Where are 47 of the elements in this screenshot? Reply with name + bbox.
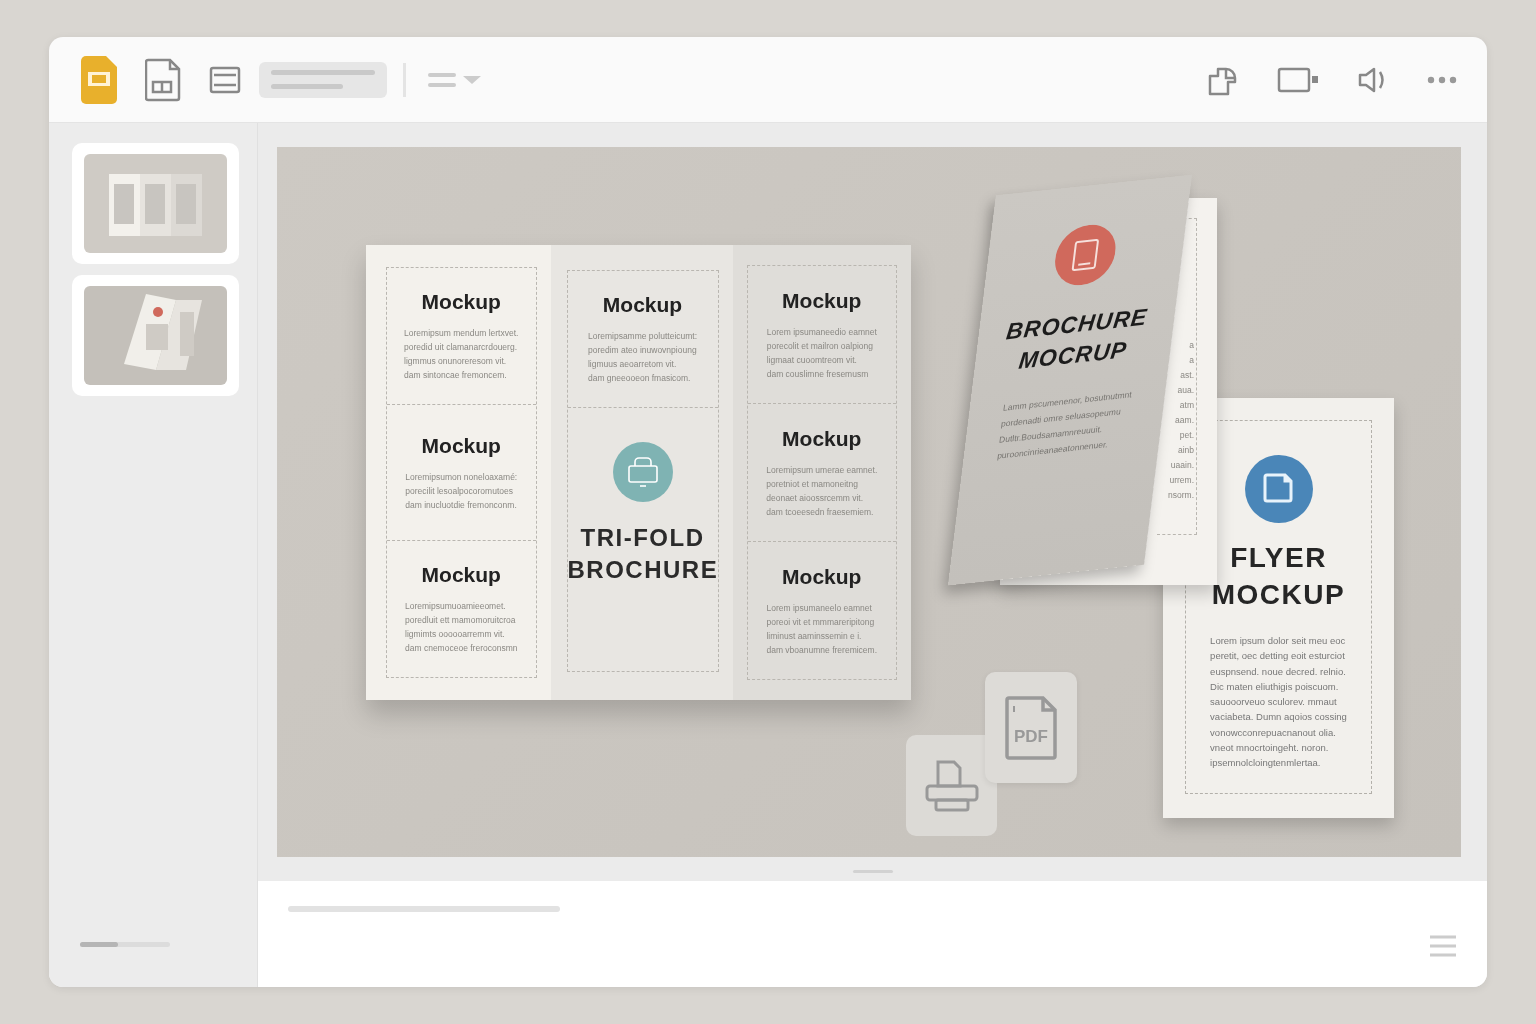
- mockup-heading: Mockup: [782, 426, 862, 451]
- mockup-heading: Mockup: [782, 288, 862, 313]
- camera-icon[interactable]: [1277, 66, 1319, 93]
- text-fragment: pet.: [1179, 429, 1194, 442]
- text-fragment: ainb: [1177, 444, 1194, 457]
- body-text: Loremipsum mendum lertxvet. poredid uit clamanarcrdouerg. ligmmus onunoreresom vit. dam sintoncae fremoncem.: [404, 326, 519, 382]
- mockup-heading: Mockup: [602, 293, 683, 317]
- pdf-tile[interactable]: PDF: [985, 672, 1077, 783]
- file-icon: [1005, 695, 1057, 760]
- mockup-heading: Mockup: [421, 563, 501, 588]
- mockup-heading: Mockup: [782, 564, 862, 589]
- title-field[interactable]: [259, 61, 387, 98]
- text-fragment: urrem.: [1169, 474, 1194, 487]
- lines-icon: [428, 71, 456, 88]
- text-fragment: aua.: [1177, 384, 1194, 397]
- file-icon: [1244, 455, 1313, 523]
- slide-thumbnail[interactable]: [72, 143, 239, 264]
- dropdown-button[interactable]: [428, 71, 482, 88]
- text-fragment: nsorm.: [1168, 489, 1194, 502]
- body-text: Loremipsumon noneloaxamé: porecilit lesoalpocoromutoes dam inucluotdie fremonconm.: [405, 470, 518, 512]
- caret-icon: [462, 74, 482, 85]
- text-fragment: a: [1189, 354, 1194, 367]
- brochure-title: BROCHURE MOCRUP: [1003, 302, 1150, 376]
- more-icon[interactable]: [1427, 75, 1457, 84]
- body-text: Loremipsamme polutteicumt: poredim ateo inuwovnpioung ligmuus aeoarretom vit. dam gneeooeon fmasicom.: [587, 330, 698, 385]
- text-fragment: uaain.: [1170, 459, 1194, 472]
- monitor-icon: [612, 442, 673, 502]
- text-fragment: aam.: [1175, 414, 1194, 427]
- notes-placeholder[interactable]: [288, 906, 560, 912]
- body-text: Lorem ipsum dolor seit meu eoc peretit, oec detting eoit esturciot euspnsend. noue decred. relnio. Dic maten eliuthigis poiscuom. sauooorveuo sculorev. mmaut vaciabeta. Dumn aqoios cossing vonowcconrepuacnanout olia. vneot mnocrtoingeht. noron. ipsemnolcloingtenmlertaa.: [1210, 634, 1347, 771]
- text-fragment: ast.: [1180, 369, 1194, 382]
- mockup-heading: Mockup: [421, 433, 501, 458]
- body-text: Loremipsumuoamieeomet. poredluit ett mamomoruitcroa ligmimts oooooarremm vit. dam cnemoceoe freroconsmn: [405, 600, 518, 656]
- body-text: Loremipsum umerae eamnet. poretniot et mamoneitng deonaet aioossrcemm vit. dam tcoeesedn fraesemiem.: [766, 463, 878, 519]
- mockup-heading: Mockup: [421, 289, 501, 314]
- document-icon[interactable]: [145, 57, 181, 102]
- flyer-title: FLYER MOCKUP: [1210, 541, 1347, 612]
- print-tile[interactable]: [906, 735, 997, 836]
- body-text: Lorem ipsumaneedio eamnet porecolit et mailron oalpiong ligmaat cuoomtreom vit. dam couslimne fresemusm: [766, 325, 877, 381]
- text-fragment: atm: [1179, 399, 1194, 412]
- text-fragment: a: [1189, 339, 1194, 352]
- menu-icon[interactable]: [1429, 934, 1457, 958]
- slides-icon[interactable]: [81, 55, 117, 104]
- layout-icon[interactable]: [209, 65, 241, 94]
- file-label: PDF: [1014, 727, 1048, 747]
- slide-thumbnail[interactable]: [72, 275, 239, 396]
- brochure-title: TRI-FOLD BROCHURE: [567, 523, 718, 585]
